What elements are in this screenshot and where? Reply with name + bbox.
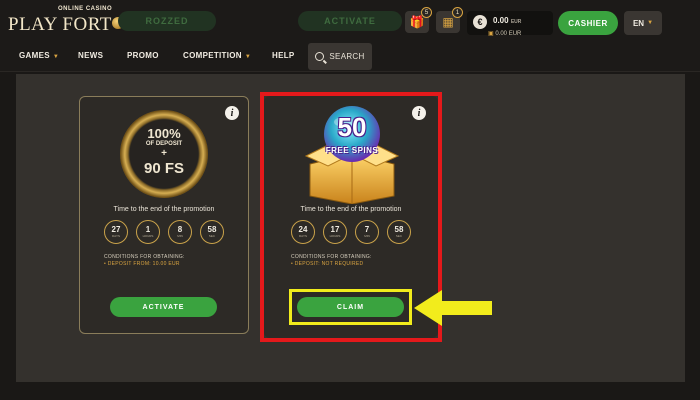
calendar-button[interactable]: ▦ 1 — [436, 7, 463, 33]
highlight-yellow-frame — [289, 289, 412, 325]
top-bar: ONLINE CASINO PLAY FORTUNA ROZZED ACTIVA… — [0, 0, 700, 42]
calendar-icon: ▦ — [442, 15, 454, 29]
euro-icon: € — [473, 15, 487, 29]
search-label: SEARCH — [329, 52, 365, 61]
timer-minutes: 8 MIN — [168, 220, 192, 244]
activate-button[interactable]: ACTIVATE — [110, 297, 217, 317]
gift-icon: 🎁 — [409, 15, 425, 29]
language-label: EN — [632, 18, 645, 28]
chevron-down-icon: ▼ — [244, 54, 252, 60]
badge-free-spins: 90 FS — [143, 160, 185, 177]
search-button[interactable]: SEARCH — [308, 43, 372, 70]
conditions-label: CONDITIONS FOR OBTAINING: — [104, 254, 185, 260]
logo-subtitle: ONLINE CASINO — [58, 6, 113, 12]
timer-hours: 1 HOURS — [136, 220, 160, 244]
conditions-value: • DEPOSIT FROM: 10.00 EUR — [104, 261, 180, 267]
cashier-button[interactable]: CASHIER — [558, 11, 618, 35]
gift-count-badge: 5 — [421, 7, 432, 18]
bonus-balance: ▣ 0.00 EUR — [488, 31, 522, 37]
nav-games[interactable]: GAMES ▼ — [19, 51, 59, 60]
main-nav: GAMES ▼ NEWS PROMO COMPETITION ▼ HELP SEAR… — [0, 42, 700, 72]
logo-title-part1: PLAY FORT — [8, 14, 112, 35]
header-faded-button-2[interactable]: ACTIVATE — [298, 11, 402, 31]
balance-amount: 0.00 EUR — [493, 16, 522, 25]
nav-promo[interactable]: PROMO — [127, 51, 159, 60]
nav-competition[interactable]: COMPETITION ▼ — [183, 51, 251, 60]
timer-days: 27 DAYS — [104, 220, 128, 244]
info-icon[interactable]: i — [225, 106, 239, 120]
bonus-icon: ▣ — [488, 31, 494, 37]
search-icon — [315, 52, 325, 61]
nav-help[interactable]: HELP — [272, 51, 295, 60]
calendar-count-badge: 1 — [452, 7, 463, 18]
timer-seconds: 58 SEC — [200, 220, 224, 244]
gift-button[interactable]: 🎁 5 — [405, 7, 432, 33]
chevron-down-icon: ▼ — [52, 54, 60, 60]
language-selector[interactable]: EN ▼ — [624, 11, 662, 35]
nav-news[interactable]: NEWS — [78, 51, 103, 60]
arrow-left-icon — [414, 290, 492, 326]
badge-percent: 100% — [147, 126, 181, 141]
badge-of-deposit: OF DEPOSIT — [145, 141, 183, 147]
time-to-end-label: Time to the end of the promotion — [113, 206, 215, 213]
chevron-down-icon: ▼ — [647, 20, 654, 26]
badge-plus: + — [161, 148, 167, 159]
header-faded-button-1[interactable]: ROZZED — [118, 11, 216, 31]
